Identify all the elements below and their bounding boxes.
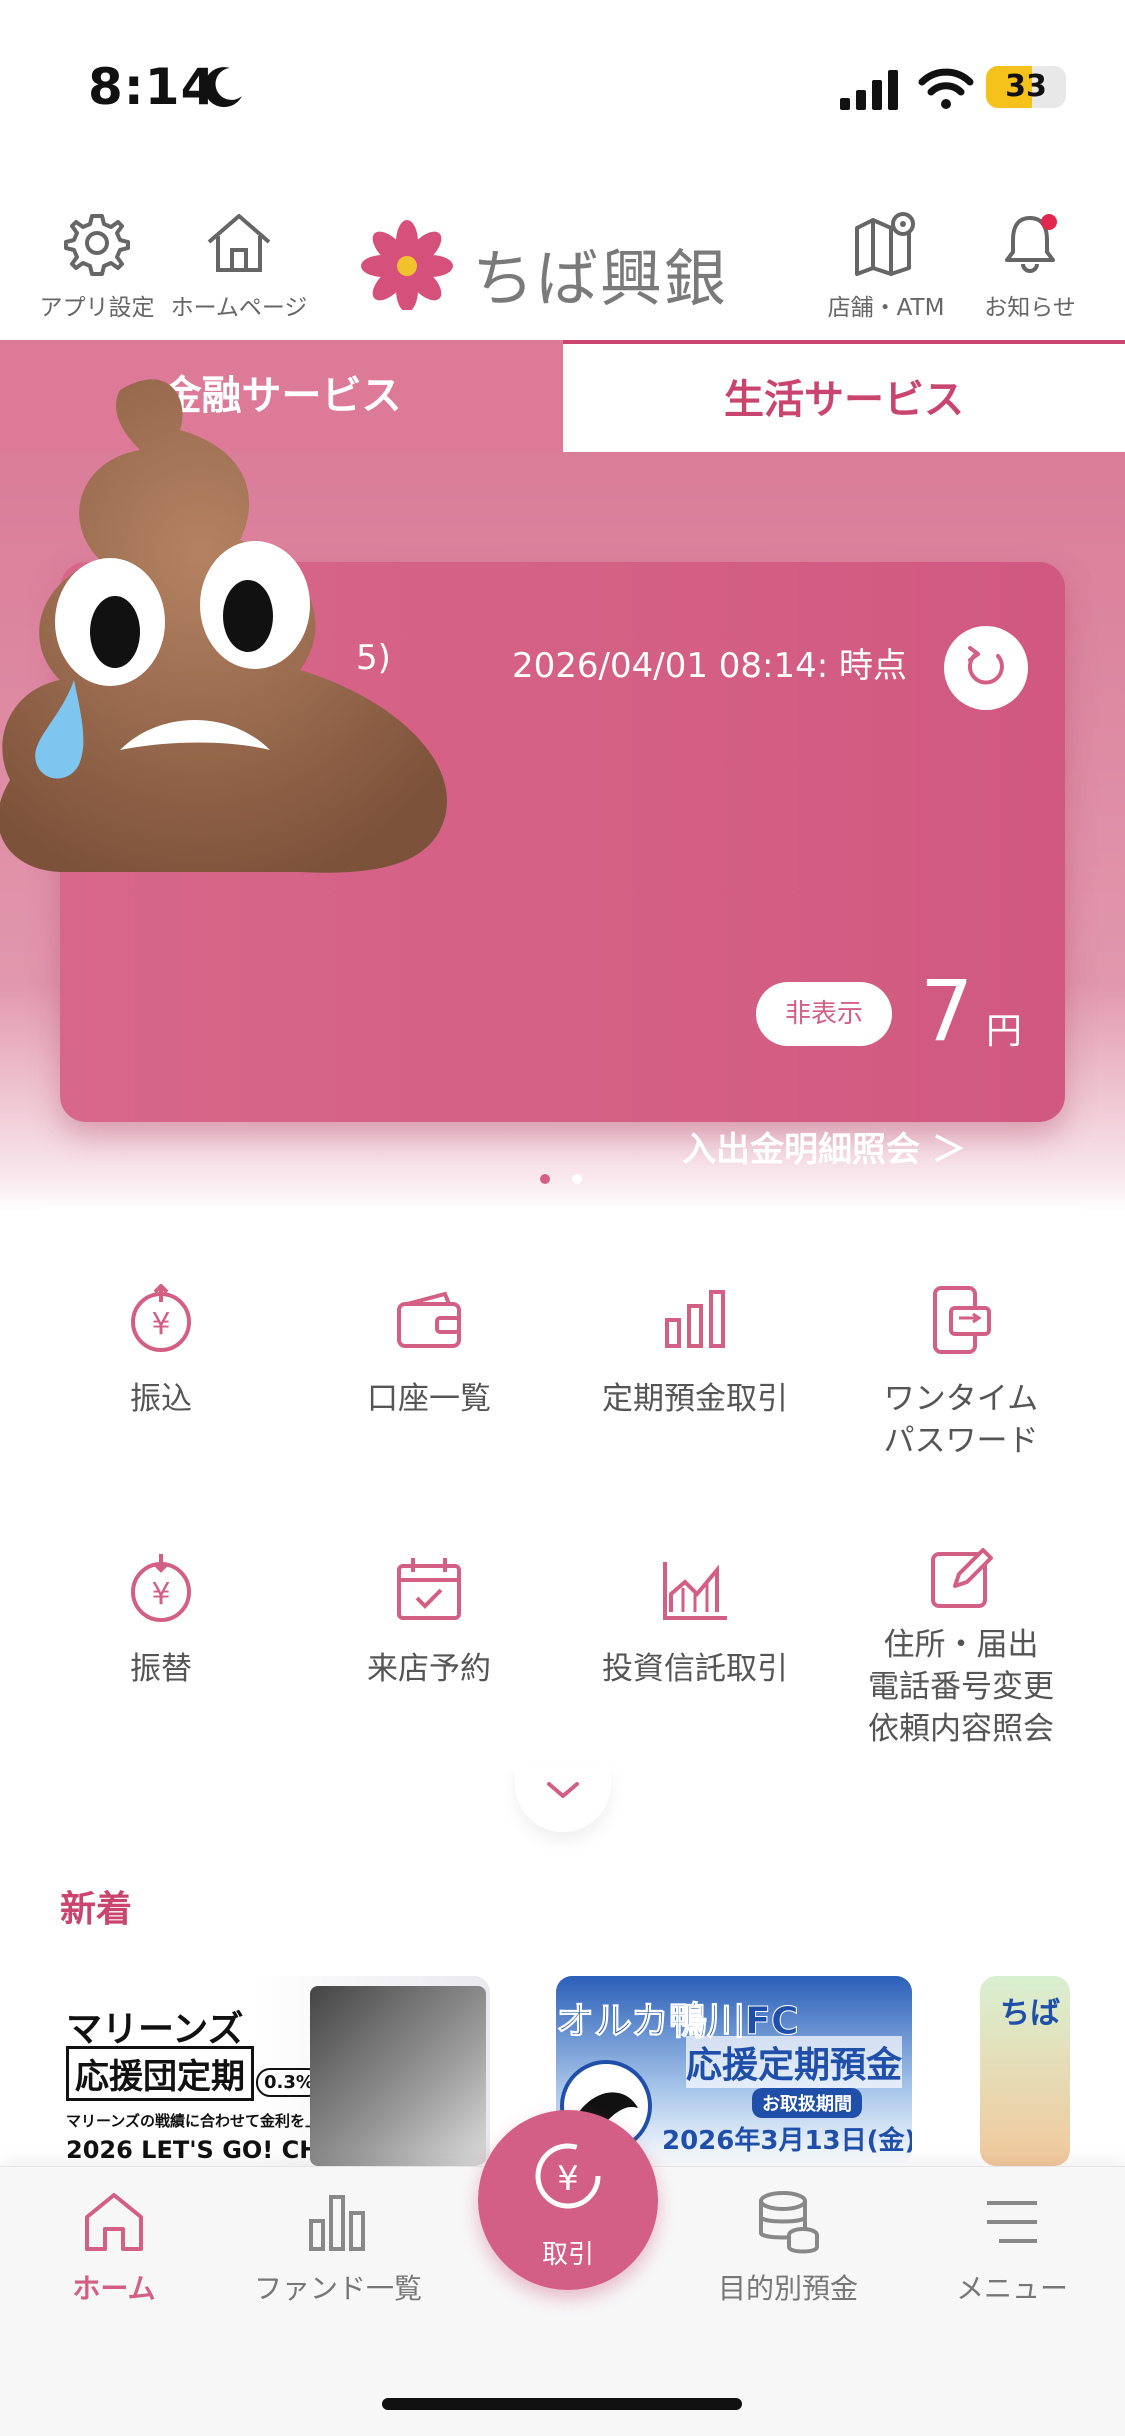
wallet-icon <box>397 1291 461 1348</box>
banner-note: マリーンズの戦績に合わせて金利を上乗せ <box>66 2112 350 2130</box>
gear-icon <box>64 214 130 276</box>
banner-title: マリーンズ <box>66 2009 244 2050</box>
banner-date: 2026年3月13日(金)〜 <box>662 2126 912 2156</box>
menu-item-label: 振込 <box>130 1381 192 1417</box>
menu-item-label: 定期預金取引 <box>602 1381 788 1417</box>
menu-item-account-list[interactable]: 口座一覧 <box>294 1284 564 1420</box>
svg-text:¥: ¥ <box>151 1307 170 1342</box>
wifi-icon <box>918 68 974 109</box>
bank-name: ちば興銀 <box>472 242 729 315</box>
hamburger-menu-icon <box>987 2201 1037 2243</box>
menu-item-label: 口座一覧 <box>367 1381 491 1417</box>
battery-level: 33 <box>1005 69 1047 104</box>
crying-poo-emoji <box>0 379 447 873</box>
menu-item-account-transfer[interactable]: ¥ 振替 <box>26 1554 296 1690</box>
carousel-dot-active <box>540 1174 550 1184</box>
balance-timestamp: 2026/04/01 08:14: 時点 <box>512 646 908 686</box>
status-bar: 8:14 33 <box>0 0 1125 180</box>
menu-item-transfer[interactable]: ¥ 振込 <box>26 1284 296 1420</box>
yen-down-icon: ¥ <box>131 1554 191 1622</box>
nav-purpose-savings-label: 目的別預金 <box>717 2272 858 2305</box>
news-heading: 新着 <box>60 1889 133 1930</box>
nav-menu-label: メニュー <box>955 2272 1068 2305</box>
refresh-icon <box>967 646 1004 685</box>
chevron-down-icon <box>547 1782 579 1798</box>
notifications-button[interactable]: お知らせ <box>970 210 1090 322</box>
coin-stack-icon <box>759 2191 819 2254</box>
currency-unit: 円 <box>986 1011 1023 1052</box>
hide-balance-button[interactable]: 非表示 <box>756 982 892 1046</box>
menu-item-one-time-password[interactable]: ワンタイム パスワード <box>826 1284 1096 1462</box>
transaction-fab-button[interactable]: ¥ 取引 <box>478 2110 658 2290</box>
players-photo <box>310 1986 486 2166</box>
menu-item-address-change[interactable]: 住所・届出 電話番号変更 依頼内容照会 <box>826 1540 1096 1750</box>
menu-item-time-deposit[interactable]: 定期預金取引 <box>560 1284 830 1420</box>
news-banner-marines[interactable]: マリーンズ 応援団定期 0.3% マリーンズの戦績に合わせて金利を上乗せ 202… <box>60 1976 490 2166</box>
transaction-details-link[interactable]: 入出金明細照会 ＞ <box>682 1122 966 1171</box>
app-settings-button[interactable]: アプリ設定 <box>32 210 162 322</box>
svg-text:¥: ¥ <box>557 2159 579 2199</box>
fab-label: 取引 <box>541 2240 594 2270</box>
transfer-icon: ¥ <box>131 1284 191 1352</box>
bar-chart-icon <box>665 1290 725 1348</box>
yen-cycle-icon: ¥ <box>535 2143 601 2209</box>
area-chart-icon <box>663 1562 727 1620</box>
app-settings-label: アプリ設定 <box>39 295 155 321</box>
battery-indicator: 33 <box>986 66 1066 108</box>
nav-home[interactable]: ホーム <box>24 2187 204 2307</box>
menu-item-label: 来店予約 <box>367 1651 491 1687</box>
nav-fund-list[interactable]: ファンド一覧 <box>248 2187 428 2307</box>
home-icon <box>85 2193 143 2251</box>
cosmos-flower-icon <box>361 220 453 310</box>
nav-purpose-savings[interactable]: 目的別預金 <box>698 2187 878 2307</box>
notifications-label: お知らせ <box>984 295 1076 321</box>
calendar-check-icon <box>397 1558 461 1620</box>
nav-home-label: ホーム <box>72 2272 156 2305</box>
carousel-indicator <box>540 1174 590 1188</box>
bar-chart-icon <box>309 2195 365 2251</box>
balance-amount: 7 <box>920 962 974 1060</box>
banner-period-label: お取扱期間 <box>752 2088 862 2118</box>
stores-atm-label: 店舗・ATM <box>827 295 945 321</box>
bell-icon <box>1005 214 1057 273</box>
banner-subtitle: 応援団定期 <box>66 2046 254 2101</box>
refresh-button[interactable] <box>944 626 1028 710</box>
menu-item-visit-reservation[interactable]: 来店予約 <box>294 1554 564 1690</box>
cellular-signal-icon <box>840 70 898 110</box>
home-indicator <box>382 2398 742 2410</box>
menu-item-label: 投資信託取引 <box>602 1651 788 1687</box>
stores-atm-button[interactable]: 店舗・ATM <box>816 210 956 322</box>
svg-text:¥: ¥ <box>151 1577 170 1612</box>
nav-menu[interactable]: メニュー <box>922 2187 1102 2307</box>
notification-badge <box>1041 214 1057 230</box>
menu-item-label: 住所・届出 電話番号変更 依頼内容照会 <box>868 1627 1054 1747</box>
clock: 8:14 <box>88 58 217 116</box>
map-pin-icon <box>855 212 915 276</box>
phone-sync-icon <box>933 1286 991 1354</box>
moon-icon <box>204 67 242 108</box>
banner-subtitle: 応援定期預金 <box>686 2036 903 2088</box>
nav-fund-list-label: ファンド一覧 <box>253 2272 422 2305</box>
news-banner-chiba[interactable]: ちば <box>980 1976 1070 2166</box>
carousel-dot <box>572 1174 582 1184</box>
tab-life-services[interactable]: 生活サービス <box>563 340 1125 452</box>
house-icon <box>207 214 271 272</box>
homepage-button[interactable]: ホームページ <box>168 210 310 322</box>
menu-item-label: 振替 <box>130 1651 192 1687</box>
bank-logo: ちば興銀 <box>352 220 752 315</box>
homepage-label: ホームページ <box>170 295 308 321</box>
app-header: アプリ設定 ホームページ ちば興銀 店舗・ATM お知らせ <box>0 180 1125 340</box>
banner-title: ちば <box>1000 1996 1060 2031</box>
edit-icon <box>931 1548 993 1608</box>
menu-item-investment-trust[interactable]: 投資信託取引 <box>560 1554 830 1690</box>
menu-item-label: ワンタイム パスワード <box>883 1381 1039 1459</box>
expand-menu-button[interactable] <box>515 1762 611 1832</box>
